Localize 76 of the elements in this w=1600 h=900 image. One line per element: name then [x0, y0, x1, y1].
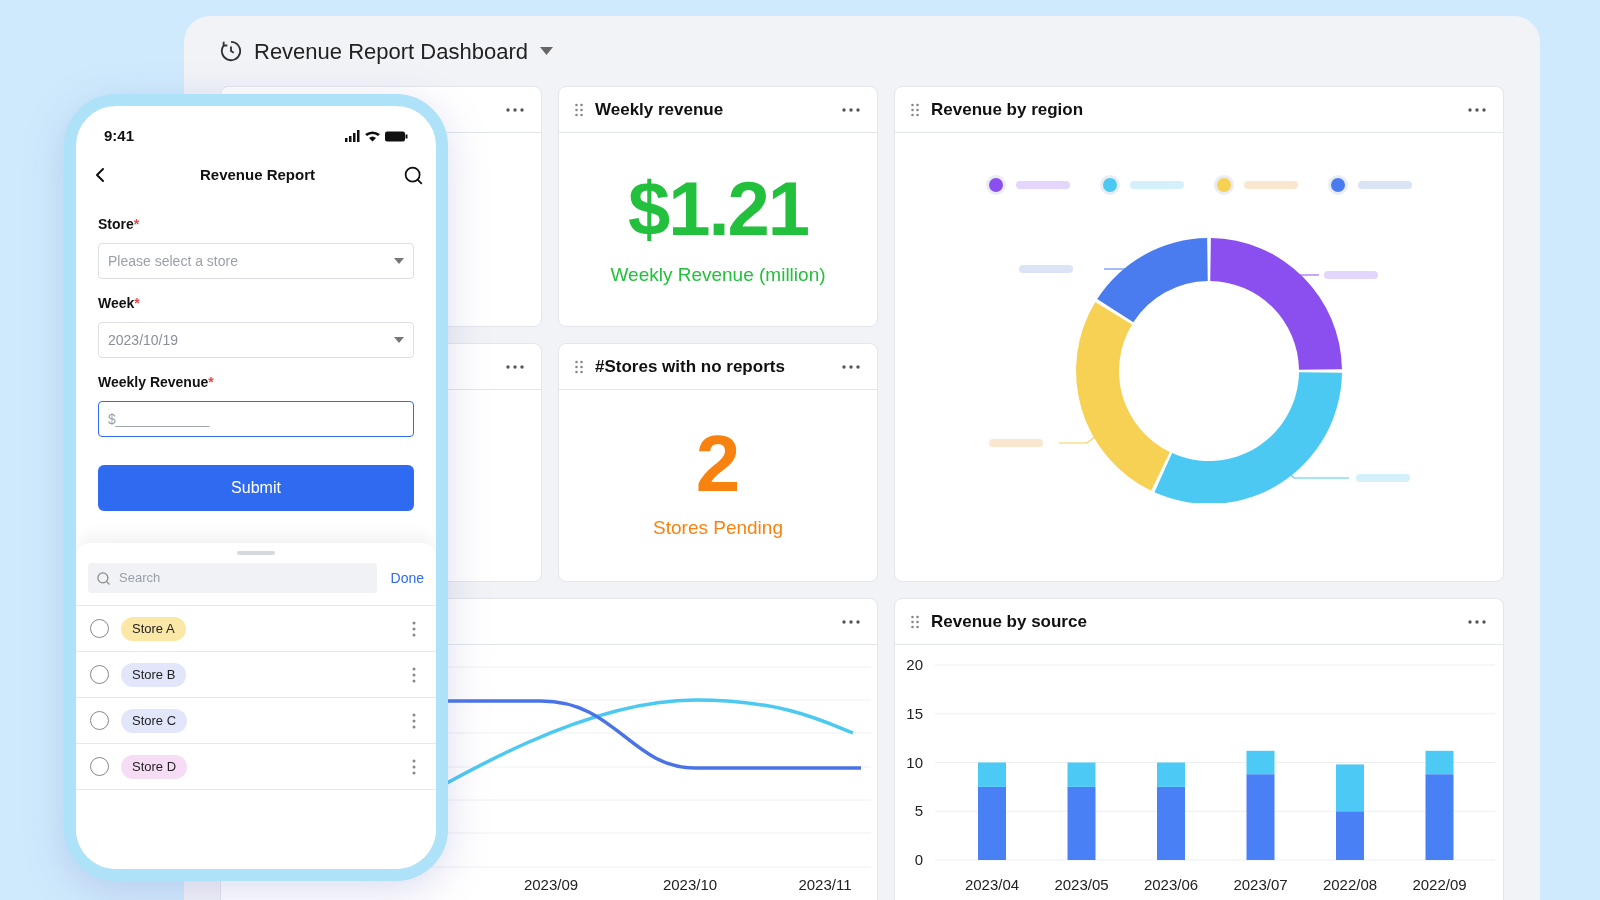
- x-tick-label: 2023/07: [1233, 876, 1288, 893]
- more-icon[interactable]: [505, 106, 525, 113]
- drag-handle-icon[interactable]: [911, 614, 919, 629]
- x-tick-label: 2023/11: [798, 876, 852, 893]
- store-list-item[interactable]: Store A: [76, 606, 436, 652]
- slice-label-placeholder: [1019, 265, 1073, 273]
- clock-icon: [220, 40, 242, 62]
- drag-handle-icon[interactable]: [575, 102, 583, 117]
- y-tick-label: 10: [906, 753, 923, 771]
- store-tag: Store A: [121, 616, 186, 641]
- search-icon: [96, 570, 111, 586]
- drag-handle-icon[interactable]: [575, 359, 583, 374]
- card-title: Revenue by region: [931, 98, 1084, 121]
- slice-label-placeholder: [989, 439, 1043, 447]
- legend-label-placeholder: [1016, 181, 1070, 189]
- more-icon[interactable]: [1467, 106, 1487, 113]
- store-list-item[interactable]: Store D: [76, 744, 436, 790]
- more-vertical-icon[interactable]: [412, 666, 416, 683]
- dropdown-caret-icon: [394, 258, 404, 264]
- revenue-value: $1.21: [627, 167, 809, 251]
- x-tick-label: 2023/05: [1054, 876, 1109, 893]
- x-tick-label: 2023/04: [964, 876, 1020, 893]
- more-icon[interactable]: [505, 363, 525, 370]
- pending-caption: Stores Pending: [653, 516, 783, 540]
- card-title: #Stores with no reports: [595, 355, 785, 378]
- dashboard-title: Revenue Report Dashboard: [254, 37, 528, 66]
- field-label: Store*: [98, 215, 141, 234]
- more-icon[interactable]: [841, 106, 861, 113]
- x-tick-label: 2023/06: [1143, 876, 1199, 893]
- store-list-item[interactable]: Store B: [76, 652, 436, 698]
- legend-label-placeholder: [1130, 181, 1184, 189]
- y-tick-label: 0: [914, 851, 923, 868]
- status-time: 9:41: [104, 125, 135, 146]
- x-tick-label: 2023/09: [523, 876, 579, 893]
- search-icon[interactable]: [403, 164, 424, 186]
- legend-label-placeholder: [1244, 181, 1298, 189]
- y-tick-label: 20: [906, 656, 923, 673]
- field-label: Weekly Revenue*: [98, 373, 215, 392]
- more-icon[interactable]: [841, 618, 861, 625]
- x-tick-label: 2023/10: [662, 876, 718, 893]
- x-tick-label: 2022/09: [1412, 876, 1467, 893]
- legend-label-placeholder: [1358, 181, 1412, 189]
- pending-count: 2: [695, 420, 741, 508]
- y-tick-label: 5: [914, 802, 923, 820]
- sheet-handle[interactable]: [237, 551, 275, 555]
- done-button[interactable]: Done: [390, 567, 424, 589]
- battery-icon: [385, 130, 408, 142]
- drag-handle-icon[interactable]: [911, 102, 919, 117]
- revenue-caption: Weekly Revenue (million): [610, 263, 826, 287]
- more-icon[interactable]: [1467, 618, 1487, 625]
- bar-segment: [1336, 811, 1364, 860]
- more-vertical-icon[interactable]: [412, 758, 416, 775]
- more-icon[interactable]: [841, 363, 861, 370]
- input-field[interactable]: $____________: [98, 401, 414, 437]
- leader-line: [1058, 434, 1098, 444]
- store-tag: Store C: [121, 708, 188, 733]
- screen-title: Revenue Report: [199, 164, 316, 185]
- dropdown-caret-icon[interactable]: [539, 47, 553, 55]
- store-list-item[interactable]: Store C: [76, 698, 436, 744]
- store-tag: Store D: [121, 754, 188, 779]
- x-tick-label: 2022/08: [1322, 876, 1378, 893]
- card-title: Revenue by source: [931, 610, 1087, 633]
- submit-button[interactable]: Submit: [98, 465, 414, 511]
- slice-label-placeholder: [1324, 271, 1378, 279]
- more-vertical-icon[interactable]: [412, 620, 416, 637]
- card-title: Weekly revenue: [595, 98, 724, 121]
- select-field[interactable]: 2023/10/19: [98, 322, 414, 358]
- field-label: Week*: [98, 294, 141, 313]
- wifi-icon: [365, 130, 380, 142]
- store-tag: Store B: [121, 662, 187, 687]
- bar-segment: [1336, 764, 1364, 812]
- y-tick-label: 15: [906, 704, 923, 722]
- select-field[interactable]: Please select a store: [98, 243, 414, 279]
- more-vertical-icon[interactable]: [412, 712, 416, 729]
- signal-icon: [345, 130, 360, 142]
- slice-label-placeholder: [1356, 474, 1410, 482]
